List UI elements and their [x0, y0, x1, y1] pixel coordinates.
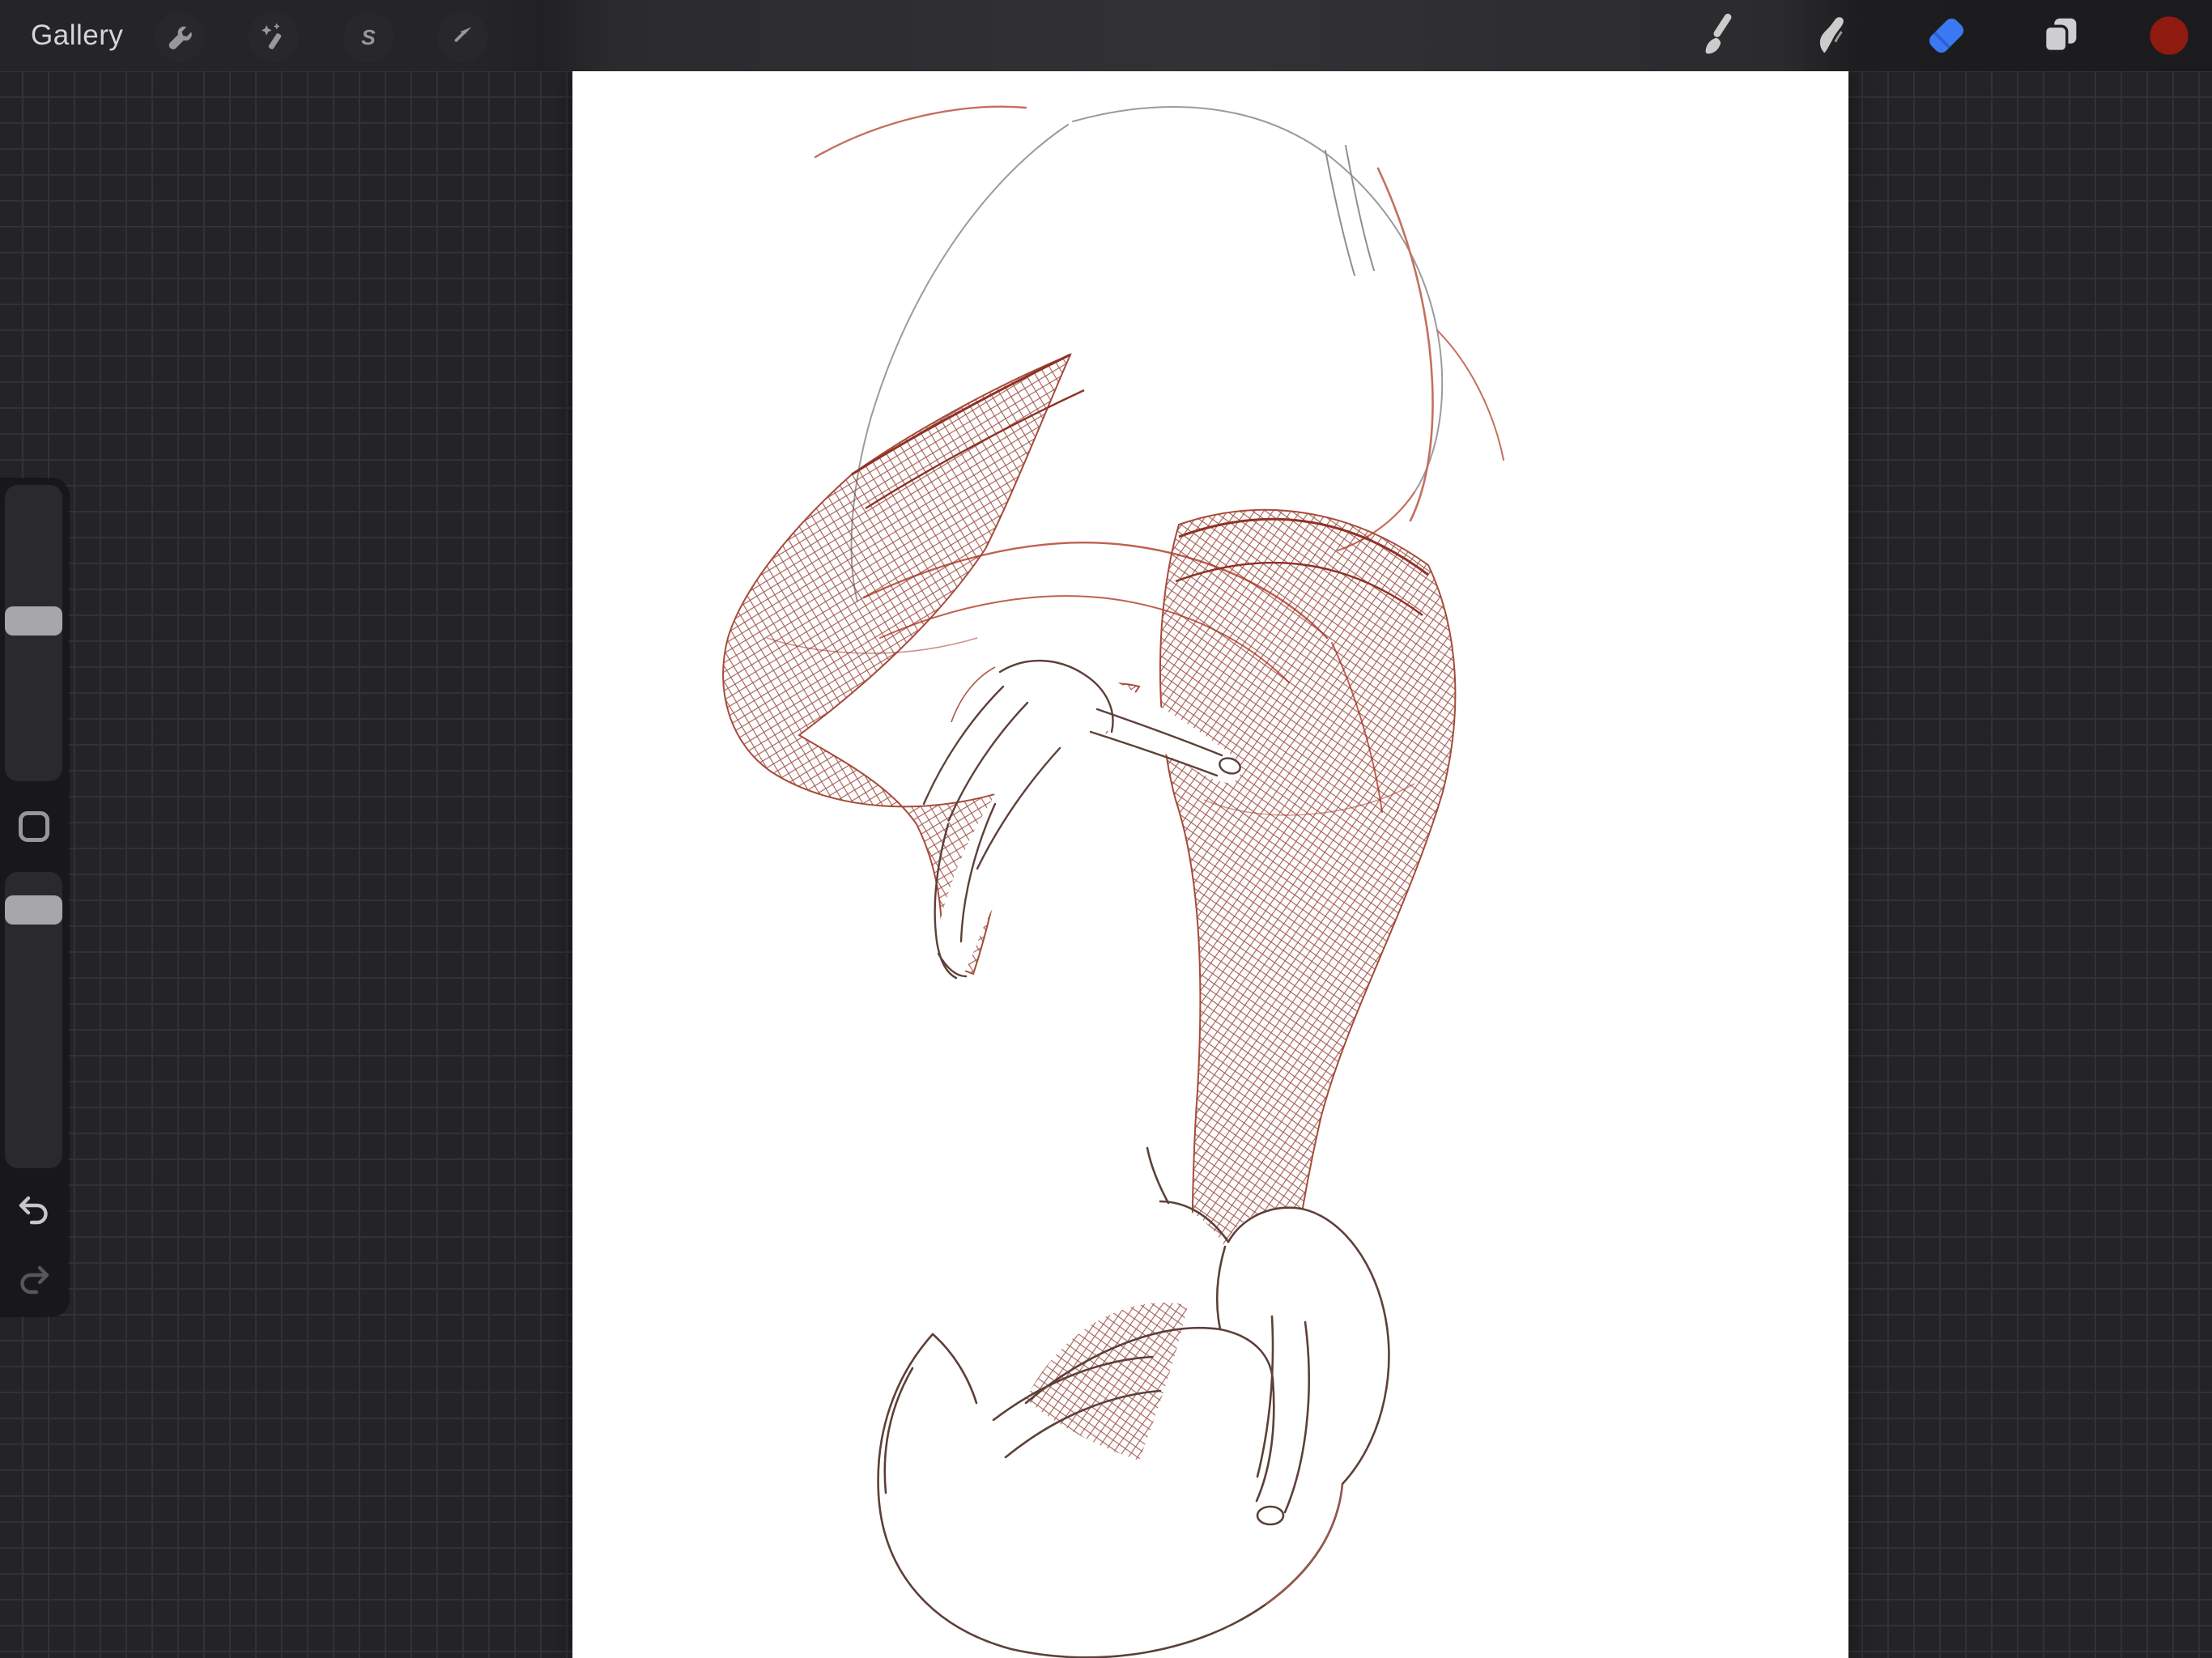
- redo-button[interactable]: [15, 1259, 53, 1296]
- layers-button[interactable]: [2035, 10, 2087, 62]
- eraser-button[interactable]: [1921, 10, 1972, 62]
- selection-s-icon: S: [352, 21, 385, 53]
- brush-icon: [1696, 11, 1746, 61]
- smudge-icon: [1807, 11, 1857, 61]
- smudge-button[interactable]: [1806, 10, 1858, 62]
- selection-button[interactable]: S: [343, 12, 393, 62]
- brush-size-slider[interactable]: [5, 485, 62, 781]
- canvas-artwork: [722, 105, 1504, 1658]
- gallery-button[interactable]: Gallery: [31, 0, 123, 71]
- transform-arrow-icon: [446, 21, 479, 53]
- opacity-handle[interactable]: [5, 895, 62, 925]
- eraser-icon: [1921, 10, 1972, 62]
- undo-icon: [15, 1196, 53, 1230]
- procreate-workspace: Gallery S: [0, 0, 2212, 1658]
- brush-size-handle[interactable]: [5, 606, 62, 636]
- redo-icon: [15, 1265, 53, 1299]
- artwork-right-heel: [877, 1146, 1390, 1658]
- layers-icon: [2035, 11, 2086, 61]
- undo-button[interactable]: [15, 1189, 53, 1226]
- top-toolbar: Gallery S: [0, 0, 2212, 71]
- transform-button[interactable]: [437, 12, 487, 62]
- actions-button[interactable]: [155, 12, 205, 62]
- adjustments-button[interactable]: [249, 12, 299, 62]
- color-swatch: [2146, 13, 2192, 58]
- magic-wand-icon: [257, 21, 290, 53]
- wrench-icon: [164, 21, 196, 53]
- color-button[interactable]: [2143, 10, 2195, 62]
- modify-button[interactable]: [19, 811, 49, 842]
- svg-text:S: S: [361, 25, 376, 49]
- opacity-slider[interactable]: [5, 872, 62, 1168]
- drawing-canvas[interactable]: [572, 71, 1848, 1658]
- brush-sidebar: [0, 479, 68, 1316]
- paint-button[interactable]: [1695, 10, 1747, 62]
